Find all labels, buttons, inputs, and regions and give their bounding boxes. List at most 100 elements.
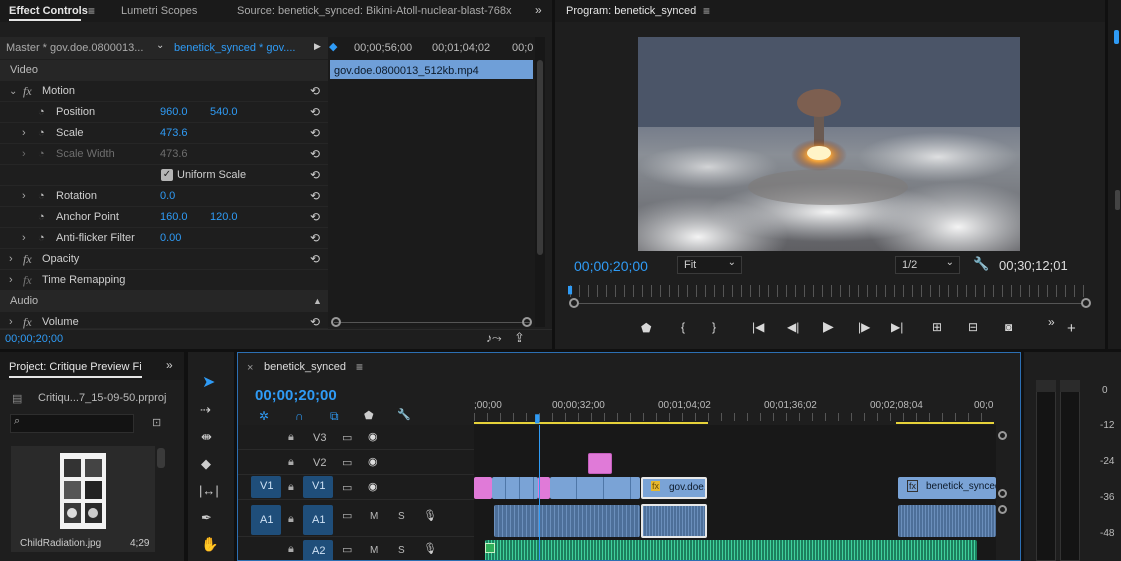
magnet-icon[interactable]: ∩ xyxy=(295,409,304,423)
go-to-in-icon[interactable]: |◀ xyxy=(752,320,764,334)
anchor-x[interactable]: 160.0 xyxy=(160,207,188,228)
audio-clip[interactable] xyxy=(494,505,640,537)
expand-icon[interactable]: › xyxy=(22,186,26,207)
reset-icon[interactable]: ⟲ xyxy=(310,207,320,228)
play-only-icon[interactable]: ▶ xyxy=(314,41,321,52)
lock-icon[interactable]: 🔒︎ xyxy=(288,431,294,444)
uniform-scale-checkbox[interactable]: ✓ xyxy=(161,169,173,181)
program-timecode[interactable]: 00;00;20;00 xyxy=(574,258,648,274)
expand-icon[interactable]: › xyxy=(22,123,26,144)
audio-clip-benetick[interactable] xyxy=(898,505,996,537)
lift-icon[interactable]: ⊞ xyxy=(932,320,942,334)
source-patch-v1[interactable]: V1 xyxy=(251,476,281,498)
scale-value[interactable]: 473.6 xyxy=(160,123,188,144)
resolution-dropdown[interactable]: 1/2 ⌄ xyxy=(895,256,960,274)
mute-button[interactable]: M xyxy=(370,511,378,522)
razor-icon[interactable]: ◆ xyxy=(201,456,211,472)
panel-menu-icon[interactable]: ≡ xyxy=(356,360,363,374)
extract-icon[interactable]: ⊟ xyxy=(968,320,978,334)
pen-tool-icon[interactable]: ✒ xyxy=(201,510,212,526)
reset-icon[interactable]: ⟲ xyxy=(310,81,320,102)
wrench-icon[interactable]: 🔧 xyxy=(397,408,411,421)
linked-selection-icon[interactable]: ⧉ xyxy=(330,409,339,424)
source-master-label[interactable]: Master * gov.doe.0800013... xyxy=(6,42,149,54)
video-clip[interactable] xyxy=(492,477,538,499)
timeline-playhead-line[interactable] xyxy=(539,425,540,560)
mini-playhead-icon[interactable]: ◆ xyxy=(329,40,337,53)
add-marker-icon[interactable]: ⬟ xyxy=(641,321,651,335)
microphone-icon[interactable]: 🎙︎ xyxy=(423,542,437,555)
collapse-icon[interactable]: ▲ xyxy=(313,291,322,312)
mute-button[interactable]: M xyxy=(370,545,378,556)
sync-icon[interactable]: ▭ xyxy=(342,509,352,522)
position-y[interactable]: 540.0 xyxy=(210,102,238,123)
eye-icon[interactable]: ◉ xyxy=(368,455,378,468)
sync-icon[interactable]: ▭ xyxy=(342,543,352,556)
antiflicker-value[interactable]: 0.00 xyxy=(160,228,181,249)
sync-icon[interactable]: ▭ xyxy=(342,456,352,469)
solo-button[interactable]: S xyxy=(398,545,405,556)
lock-icon[interactable]: 🔒︎ xyxy=(288,543,294,556)
zoom-handle-left[interactable] xyxy=(331,317,341,327)
reset-icon[interactable]: ⟲ xyxy=(310,186,320,207)
new-bin-icon[interactable]: ⊡ xyxy=(152,416,161,429)
video-clip[interactable] xyxy=(474,477,492,499)
more-tabs-icon[interactable]: » xyxy=(535,3,542,17)
lock-icon[interactable]: 🔒︎ xyxy=(288,456,294,469)
track-select-icon[interactable]: ⇢ xyxy=(200,402,211,418)
microphone-icon[interactable]: 🎙︎ xyxy=(423,509,437,522)
play-icon[interactable]: ▶ xyxy=(823,318,834,335)
go-to-out-icon[interactable]: ▶| xyxy=(891,320,903,334)
program-playhead-icon[interactable]: ▮ xyxy=(567,283,573,296)
fit-dropdown[interactable]: Fit ⌄ xyxy=(677,256,742,274)
lock-icon[interactable]: 🔒︎ xyxy=(288,481,294,494)
scroll-handle[interactable] xyxy=(998,489,1007,498)
position-x[interactable]: 960.0 xyxy=(160,102,188,123)
scrollbar[interactable] xyxy=(157,448,165,468)
audio-clip-gov[interactable] xyxy=(641,504,707,538)
chevron-down-icon[interactable]: ⌄ xyxy=(156,40,164,51)
wrench-icon[interactable]: 🔧 xyxy=(973,256,989,272)
eye-icon[interactable]: ◉ xyxy=(368,430,378,443)
stopwatch-icon[interactable]: ◔ xyxy=(38,207,45,228)
reset-icon[interactable]: ⟲ xyxy=(310,123,320,144)
selection-tool-icon[interactable]: ➤ xyxy=(202,372,215,392)
video-clip-gov[interactable]: fx gov.doe. xyxy=(641,477,707,499)
add-marker-icon[interactable]: ⬟ xyxy=(364,409,374,422)
expand-icon[interactable]: › xyxy=(9,249,13,270)
expand-icon[interactable]: › xyxy=(22,228,26,249)
project-title[interactable]: Project: Critique Preview Fi xyxy=(9,356,144,378)
step-forward-icon[interactable]: |▶ xyxy=(858,320,870,334)
sync-icon[interactable]: ▭ xyxy=(342,481,352,494)
add-button-icon[interactable]: + xyxy=(1067,320,1076,337)
scroll-handle[interactable] xyxy=(998,505,1007,514)
camera-icon[interactable]: ◙ xyxy=(1005,320,1012,334)
tab-lumetri-scopes[interactable]: Lumetri Scopes xyxy=(121,0,197,22)
fx-icon[interactable]: fx xyxy=(23,249,32,270)
zoom-handle-right[interactable] xyxy=(522,317,532,327)
zoom-handle-left[interactable] xyxy=(569,298,579,308)
effect-timecode[interactable]: 00;00;20;00 xyxy=(5,333,63,345)
stopwatch-icon[interactable]: ◔ xyxy=(38,102,45,123)
scroll-handle[interactable] xyxy=(998,431,1007,440)
reset-icon[interactable]: ⟲ xyxy=(310,228,320,249)
project-search-input[interactable] xyxy=(10,414,134,433)
motion-expand-icon[interactable]: ⌄ xyxy=(9,81,17,102)
source-sequence-label[interactable]: benetick_synced * gov.... xyxy=(174,42,299,54)
reset-icon[interactable]: ⟲ xyxy=(310,102,320,123)
video-clip[interactable] xyxy=(550,477,640,499)
video-clip-benetick[interactable]: fx benetick_synced xyxy=(898,477,996,499)
panel-menu-icon[interactable]: ≡ xyxy=(88,4,95,18)
reset-icon[interactable]: ⟲ xyxy=(310,249,320,270)
tab-source[interactable]: Source: benetick_synced: Bikini-Atoll-nu… xyxy=(237,0,512,22)
track-target-a1[interactable]: A1 xyxy=(303,505,333,535)
program-video-frame[interactable] xyxy=(638,37,1020,251)
stopwatch-icon[interactable]: ◔ xyxy=(38,228,45,249)
source-patch-a1[interactable]: A1 xyxy=(251,505,281,535)
keyframe-icon[interactable] xyxy=(485,543,495,553)
sequence-tab[interactable]: benetick_synced xyxy=(264,361,346,373)
panel-menu-icon[interactable]: ≡ xyxy=(703,4,710,18)
vertical-scrollbar[interactable] xyxy=(537,60,543,255)
anchor-y[interactable]: 120.0 xyxy=(210,207,238,228)
more-tabs-icon[interactable]: » xyxy=(166,358,173,372)
